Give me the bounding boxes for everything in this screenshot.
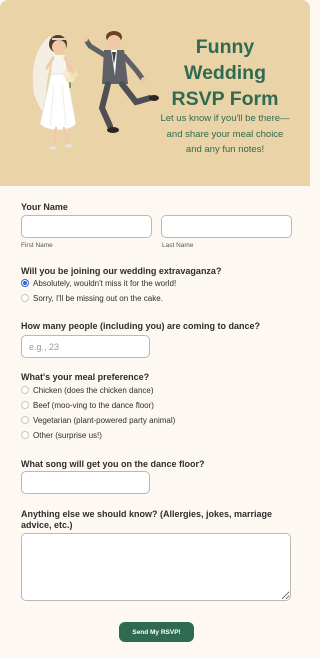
guest-count-input[interactable] bbox=[21, 335, 150, 358]
first-name-input[interactable] bbox=[21, 215, 152, 238]
wedding-couple-illustration bbox=[32, 31, 159, 150]
name-question-label: Your Name bbox=[21, 202, 68, 212]
meal-option-beef[interactable]: Beef (moo-ving to the dance floor) bbox=[21, 399, 154, 411]
meal-option-vegetarian[interactable]: Vegetarian (plant-powered party animal) bbox=[21, 414, 175, 426]
submit-button[interactable]: Send My RSVP! bbox=[119, 622, 194, 642]
radio-button[interactable] bbox=[21, 294, 29, 302]
meal-question-label: What's your meal preference? bbox=[21, 372, 150, 382]
notes-question-label: Anything else we should know? (Allergies… bbox=[21, 509, 273, 530]
guest-count-question-label: How many people (including you) are comi… bbox=[21, 321, 261, 331]
header-banner: Funny Wedding RSVP Form Let us know if y… bbox=[0, 0, 310, 186]
attendance-option-no[interactable]: Sorry, I'll be missing out on the cake. bbox=[21, 292, 163, 304]
attendance-option-yes[interactable]: Absolutely, wouldn't miss it for the wor… bbox=[21, 277, 176, 289]
meal-option-chicken[interactable]: Chicken (does the chicken dance) bbox=[21, 384, 154, 396]
page-subtitle: Let us know if you'll be there—and share… bbox=[160, 113, 290, 155]
meal-option-other[interactable]: Other (surprise us!) bbox=[21, 429, 102, 441]
last-name-label: Last Name bbox=[162, 242, 194, 249]
rsvp-form-card: Funny Wedding RSVP Form Let us know if y… bbox=[0, 0, 310, 658]
page-title: Funny Wedding RSVP Form bbox=[171, 36, 279, 110]
meal-option-label: Chicken (does the chicken dance) bbox=[33, 385, 154, 395]
attendance-option-label: Absolutely, wouldn't miss it for the wor… bbox=[33, 278, 177, 288]
radio-button-selected[interactable] bbox=[21, 279, 29, 287]
last-name-input[interactable] bbox=[161, 215, 292, 238]
radio-button[interactable] bbox=[21, 386, 29, 394]
attendance-option-label: Sorry, I'll be missing out on the cake. bbox=[33, 293, 163, 303]
radio-button[interactable] bbox=[21, 401, 29, 409]
song-input[interactable] bbox=[21, 471, 150, 494]
notes-textarea[interactable] bbox=[21, 533, 291, 601]
meal-option-label: Vegetarian (plant-powered party animal) bbox=[33, 415, 176, 425]
attendance-question-label: Will you be joining our wedding extravag… bbox=[21, 266, 222, 276]
radio-button[interactable] bbox=[21, 416, 29, 424]
first-name-label: First Name bbox=[21, 242, 53, 249]
radio-button[interactable] bbox=[21, 431, 29, 439]
song-question-label: What song will get you on the dance floo… bbox=[21, 459, 205, 469]
meal-option-label: Other (surprise us!) bbox=[33, 430, 102, 440]
meal-option-label: Beef (moo-ving to the dance floor) bbox=[33, 400, 154, 410]
